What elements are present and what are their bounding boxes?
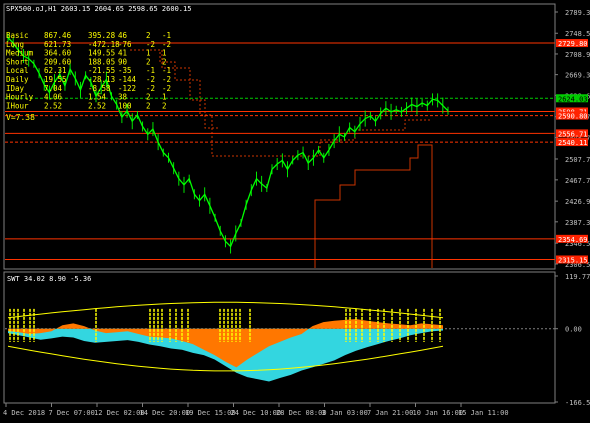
indicator-cell: -1 xyxy=(162,31,171,40)
indicator-cell: 62.31 xyxy=(44,66,67,75)
indicator-cell: 2.52 xyxy=(44,101,62,110)
trading-chart[interactable]: 2789.302748.592708.902669.302629.652588.… xyxy=(0,0,590,421)
time-tick-label: 12 Dec 02:00 xyxy=(94,409,145,417)
indicator-cell: 1 xyxy=(162,49,167,58)
indicator-cell: 2 xyxy=(162,57,167,66)
indicator-cell: Local xyxy=(6,66,29,75)
indicator-cell: 7.04 xyxy=(44,84,63,93)
indicator-cell: 364.60 xyxy=(44,49,72,58)
indicator-cell: 188.05 xyxy=(88,57,115,66)
indicator-cell: 2 xyxy=(146,101,151,110)
indicator-cell: -122 xyxy=(118,84,136,93)
indicator-cell: -2 xyxy=(162,75,171,84)
indicator-cell: -21.55 xyxy=(88,66,115,75)
indicator-cell: Basic xyxy=(6,31,29,40)
indicator-cell: 2 xyxy=(162,101,167,110)
indicator-cell: -35 xyxy=(118,66,132,75)
indicator-cell: Short xyxy=(6,57,29,66)
indicator-cell: -76 xyxy=(118,40,132,49)
indicator-cell: -2 xyxy=(146,75,155,84)
indicator-cell: -472.18 xyxy=(88,40,120,49)
indicator-cell: 41 xyxy=(118,49,127,58)
oscillator-label: SWT 34.02 8.90 -5.36 xyxy=(7,275,91,283)
indicator-cell: 209.60 xyxy=(44,57,72,66)
indicator-cell: Daily xyxy=(6,75,29,84)
indicator-cell: -2 xyxy=(146,40,155,49)
indicator-cell: 395.28 xyxy=(88,31,116,40)
indicator-cell: -2 xyxy=(162,84,171,93)
osc-tick-label: 119.77 xyxy=(565,273,590,281)
indicator-cell: IDay xyxy=(6,84,25,93)
indicator-cell: 1.54 xyxy=(88,93,107,102)
indicator-cell: IHour xyxy=(6,101,29,110)
level-tag-label: 2540.11 xyxy=(558,139,588,147)
time-tick-label: 4 Dec 2018 xyxy=(3,409,45,417)
price-tick-label: 2789.30 xyxy=(565,9,590,17)
level-tag-label: 2354.69 xyxy=(558,236,588,244)
indicator-cell: 149.55 xyxy=(88,49,115,58)
indicator-cell: 2 xyxy=(146,57,151,66)
indicator-cell: 2 xyxy=(146,93,151,102)
indicator-cell: 46 xyxy=(118,31,128,40)
indicator-cell: -2 xyxy=(162,40,171,49)
indicator-cell: -2 xyxy=(146,84,155,93)
time-tick-label: 19 Dec 15:00 xyxy=(185,409,236,417)
time-tick-label: 7 Jan 21:00 xyxy=(367,409,413,417)
indicator-cell: -1 xyxy=(162,66,171,75)
osc-tick-label: 0.00 xyxy=(565,326,582,334)
time-tick-label: 7 Dec 07:00 xyxy=(49,409,95,417)
indicator-cell: 38 xyxy=(118,93,128,102)
time-tick-label: 10 Jan 16:00 xyxy=(413,409,464,417)
osc-tick-label: -166.59 xyxy=(565,399,590,407)
indicator-cell: 4.06 xyxy=(44,93,63,102)
indicator-cell: Medium xyxy=(6,49,34,58)
indicator-cell: 1 xyxy=(146,49,151,58)
indicator-cell: 867.46 xyxy=(44,31,72,40)
indicator-cell: 19.55 xyxy=(44,75,67,84)
level-tag-label: 2624.03 xyxy=(558,95,588,103)
indicator-cell: -28.13 xyxy=(88,75,115,84)
price-tick-label: 2748.59 xyxy=(565,30,590,38)
level-tag-label: 2315.15 xyxy=(558,256,588,264)
indicator-cell: 90 xyxy=(118,57,128,66)
indicator-cell: 2.52 xyxy=(88,101,106,110)
price-tick-label: 2669.30 xyxy=(565,72,590,80)
indicator-cell: 1 xyxy=(162,93,167,102)
indicator-cell: 621.73 xyxy=(44,40,71,49)
time-tick-label: 28 Dec 08:00 xyxy=(276,409,327,417)
indicator-cell: Long xyxy=(6,40,24,49)
level-tag-label: 2556.71 xyxy=(558,130,588,138)
price-tick-label: 2426.90 xyxy=(565,198,590,206)
time-tick-label: 15 Jan 11:00 xyxy=(458,409,509,417)
indicator-cell: Hourly xyxy=(6,93,34,102)
level-tag-label: 2729.80 xyxy=(558,40,588,48)
price-tick-label: 2387.30 xyxy=(565,219,590,227)
indicator-cell: -1 xyxy=(146,66,155,75)
time-tick-label: 14 Dec 20:00 xyxy=(140,409,191,417)
indicator-cell: 100 xyxy=(118,101,132,110)
level-tag-label: 2590.80 xyxy=(558,113,588,121)
vol-text: V=7.38 xyxy=(6,113,35,122)
indicator-cell: 2 xyxy=(146,31,151,40)
indicator-cell: -8.58 xyxy=(88,84,111,93)
time-tick-label: 3 Jan 03:00 xyxy=(322,409,368,417)
price-tick-label: 2708.90 xyxy=(565,51,590,59)
symbol-line: SPX500.oJ,H1 2603.15 2604.65 2598.65 260… xyxy=(6,5,191,13)
chart-canvas[interactable]: 2789.302748.592708.902669.302629.652588.… xyxy=(0,0,590,421)
price-tick-label: 2467.70 xyxy=(565,177,590,185)
indicator-cell: -144 xyxy=(118,75,137,84)
time-tick-label: 24 Dec 10:00 xyxy=(231,409,282,417)
price-tick-label: 2507.70 xyxy=(565,156,590,164)
